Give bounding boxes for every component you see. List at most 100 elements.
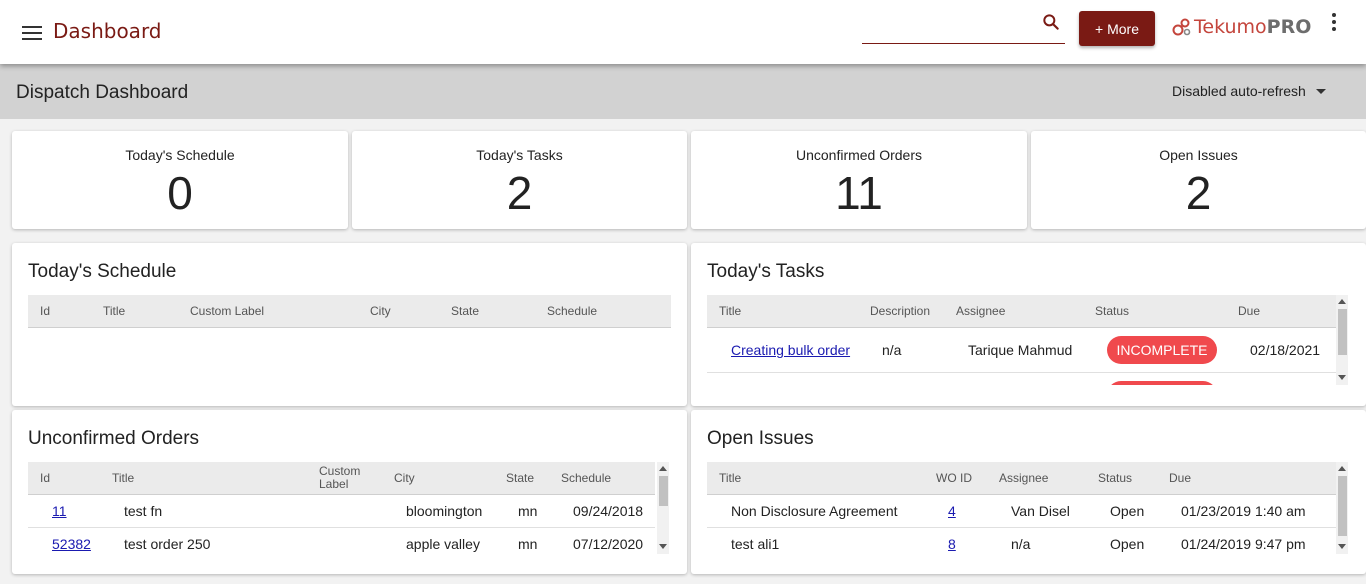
- order-id-link[interactable]: 11: [52, 503, 67, 519]
- status-badge: [1107, 381, 1217, 385]
- app-title: Dashboard: [53, 19, 162, 43]
- stat-card-unconfirmed-orders[interactable]: Unconfirmed Orders 11: [691, 131, 1027, 229]
- issue-title-cell: test ali1: [731, 536, 780, 552]
- stat-value: 0: [167, 167, 193, 219]
- orders-table: Id Title Custom Label City State Schedul…: [28, 462, 655, 554]
- column-header-schedule[interactable]: Schedule: [561, 462, 611, 495]
- page-header: Dispatch Dashboard Disabled auto-refresh: [0, 64, 1366, 119]
- column-header-state[interactable]: State: [506, 462, 534, 495]
- hamburger-menu-icon[interactable]: [22, 26, 42, 40]
- chevron-down-icon: [1315, 88, 1326, 94]
- order-schedule-cell: 09/24/2018: [573, 503, 644, 519]
- panel-title: Open Issues: [707, 428, 814, 449]
- orders-panel: Unconfirmed Orders Id Title Custom Label…: [12, 410, 687, 574]
- search-input[interactable]: [862, 16, 1032, 38]
- column-header-due[interactable]: Due: [1238, 295, 1260, 328]
- panel-title: Unconfirmed Orders: [28, 428, 200, 449]
- column-header-due[interactable]: Due: [1169, 462, 1191, 495]
- schedule-panel: Today's Schedule Id Title Custom Label C…: [12, 243, 687, 406]
- column-header-custom-label[interactable]: Custom Label: [319, 465, 379, 498]
- column-header-assignee[interactable]: Assignee: [956, 295, 1005, 328]
- issue-assignee-cell: n/a: [1011, 536, 1031, 552]
- panel-title: Today's Tasks: [707, 261, 825, 282]
- issue-due-cell: 01/23/2019 1:40 am: [1181, 503, 1306, 519]
- stat-label: Today's Schedule: [125, 147, 235, 163]
- search-field[interactable]: [862, 10, 1065, 44]
- logo-text-pro: PRO: [1266, 16, 1312, 38]
- scroll-thumb[interactable]: [1338, 476, 1347, 536]
- issue-assignee-cell: Van Disel: [1011, 503, 1070, 519]
- scroll-down-icon[interactable]: [659, 544, 667, 549]
- column-header-title[interactable]: Title: [719, 462, 741, 495]
- scroll-up-icon[interactable]: [659, 466, 667, 471]
- order-state-cell: mn: [518, 536, 538, 552]
- table-header: Id Title Custom Label City State Schedul…: [28, 462, 655, 495]
- tasks-scrollbar[interactable]: [1336, 295, 1348, 385]
- wo-id-link[interactable]: 4: [948, 503, 956, 519]
- table-row[interactable]: 52382 test order 250 apple valley mn 07/…: [28, 528, 655, 554]
- order-title-cell: test fn: [124, 503, 163, 519]
- column-header-city[interactable]: City: [394, 462, 415, 495]
- logo-text-tekumo: Tekumo: [1194, 16, 1267, 38]
- table-row[interactable]: Non Disclosure Agreement 4 Van Disel Ope…: [707, 495, 1336, 528]
- scroll-up-icon[interactable]: [1338, 299, 1346, 304]
- table-row[interactable]: Creating bulk order n/a Tarique Mahmud I…: [707, 328, 1336, 373]
- issue-status-cell: Open: [1110, 536, 1145, 552]
- column-header-description[interactable]: Description: [870, 295, 930, 328]
- column-header-state[interactable]: State: [451, 295, 479, 328]
- column-header-status[interactable]: Status: [1095, 295, 1129, 328]
- order-id-link[interactable]: 52382: [52, 536, 91, 552]
- task-due-cell: 02/18/2021: [1250, 342, 1321, 358]
- order-id-cell: 52382: [52, 528, 91, 554]
- search-icon[interactable]: [1041, 12, 1061, 32]
- task-description-cell: n/a: [882, 342, 902, 358]
- table-row[interactable]: test ali1 8 n/a Open 01/24/2019 9:47 pm: [707, 528, 1336, 554]
- status-badge: INCOMPLETE: [1107, 336, 1217, 364]
- page-title: Dispatch Dashboard: [16, 82, 189, 103]
- task-assignee-cell: Tarique Mahmud: [968, 342, 1073, 358]
- orders-scrollbar[interactable]: [657, 462, 669, 554]
- scroll-thumb[interactable]: [1338, 309, 1347, 355]
- column-header-assignee[interactable]: Assignee: [999, 462, 1048, 495]
- order-schedule-cell: 07/12/2020: [573, 536, 644, 552]
- issues-table: Title WO ID Assignee Status Due Non Disc…: [707, 462, 1336, 554]
- tasks-table: Title Description Assignee Status Due Cr…: [707, 295, 1336, 385]
- more-vert-icon[interactable]: [1328, 13, 1340, 33]
- column-header-status[interactable]: Status: [1098, 462, 1132, 495]
- column-header-title[interactable]: Title: [103, 295, 125, 328]
- column-header-title[interactable]: Title: [112, 462, 134, 495]
- task-title-link[interactable]: Creating bulk order: [731, 342, 850, 358]
- scroll-down-icon[interactable]: [1338, 544, 1346, 549]
- panel-title: Today's Schedule: [28, 261, 177, 282]
- auto-refresh-select[interactable]: Disabled auto-refresh: [1172, 83, 1326, 99]
- order-city-cell: bloomington: [406, 503, 483, 519]
- column-header-custom-label[interactable]: Custom Label: [190, 295, 264, 328]
- stat-label: Unconfirmed Orders: [795, 147, 923, 163]
- stat-card-tasks[interactable]: Today's Tasks 2: [352, 131, 687, 229]
- issue-due-cell: 01/24/2019 9:47 pm: [1181, 536, 1306, 552]
- issues-scrollbar[interactable]: [1336, 462, 1348, 554]
- column-header-id[interactable]: Id: [40, 462, 50, 495]
- order-title-cell: test order 250: [124, 536, 211, 552]
- stat-card-schedule[interactable]: Today's Schedule 0: [12, 131, 348, 229]
- column-header-city[interactable]: City: [370, 295, 391, 328]
- scroll-up-icon[interactable]: [1338, 466, 1346, 471]
- column-header-schedule[interactable]: Schedule: [547, 295, 597, 328]
- table-header: Title WO ID Assignee Status Due: [707, 462, 1336, 495]
- column-header-title[interactable]: Title: [719, 295, 741, 328]
- auto-refresh-label: Disabled auto-refresh: [1172, 83, 1306, 99]
- column-header-wo-id[interactable]: WO ID: [936, 462, 972, 495]
- scroll-thumb[interactable]: [659, 476, 668, 506]
- issue-wo-id-cell: 8: [948, 528, 956, 554]
- order-state-cell: mn: [518, 503, 538, 519]
- stat-card-open-issues[interactable]: Open Issues 2: [1031, 131, 1366, 229]
- order-city-cell: apple valley: [406, 536, 480, 552]
- wo-id-link[interactable]: 8: [948, 536, 956, 552]
- column-header-id[interactable]: Id: [40, 295, 50, 328]
- scroll-down-icon[interactable]: [1338, 375, 1346, 380]
- stat-value: 11: [835, 167, 883, 219]
- issue-wo-id-cell: 4: [948, 495, 956, 528]
- more-button[interactable]: + More: [1079, 11, 1155, 46]
- issues-panel: Open Issues Title WO ID Assignee Status …: [691, 410, 1366, 574]
- table-row[interactable]: 11 test fn bloomington mn 09/24/2018: [28, 495, 655, 528]
